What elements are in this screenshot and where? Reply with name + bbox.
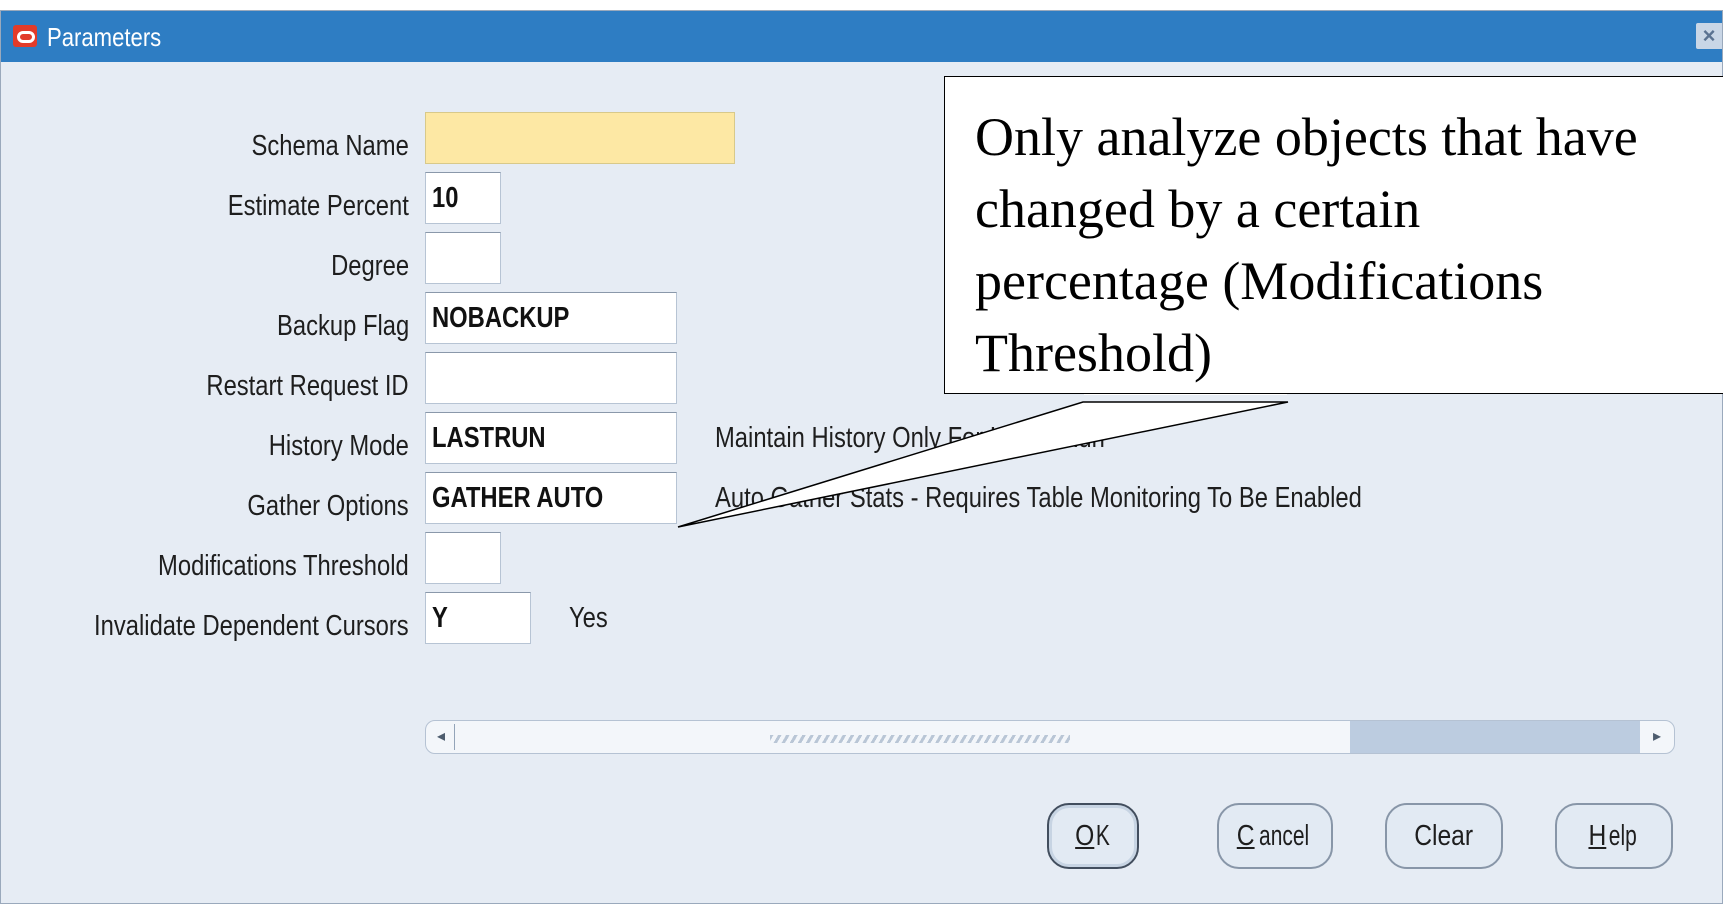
- callout-line: percentage (Modifications: [975, 251, 1544, 311]
- callout-line: Only analyze objects that have: [975, 107, 1638, 167]
- callout-box: Only analyze objects that have changed b…: [944, 76, 1723, 394]
- callout-line: changed by a certain: [975, 179, 1421, 239]
- callout-line: Threshold): [975, 323, 1212, 383]
